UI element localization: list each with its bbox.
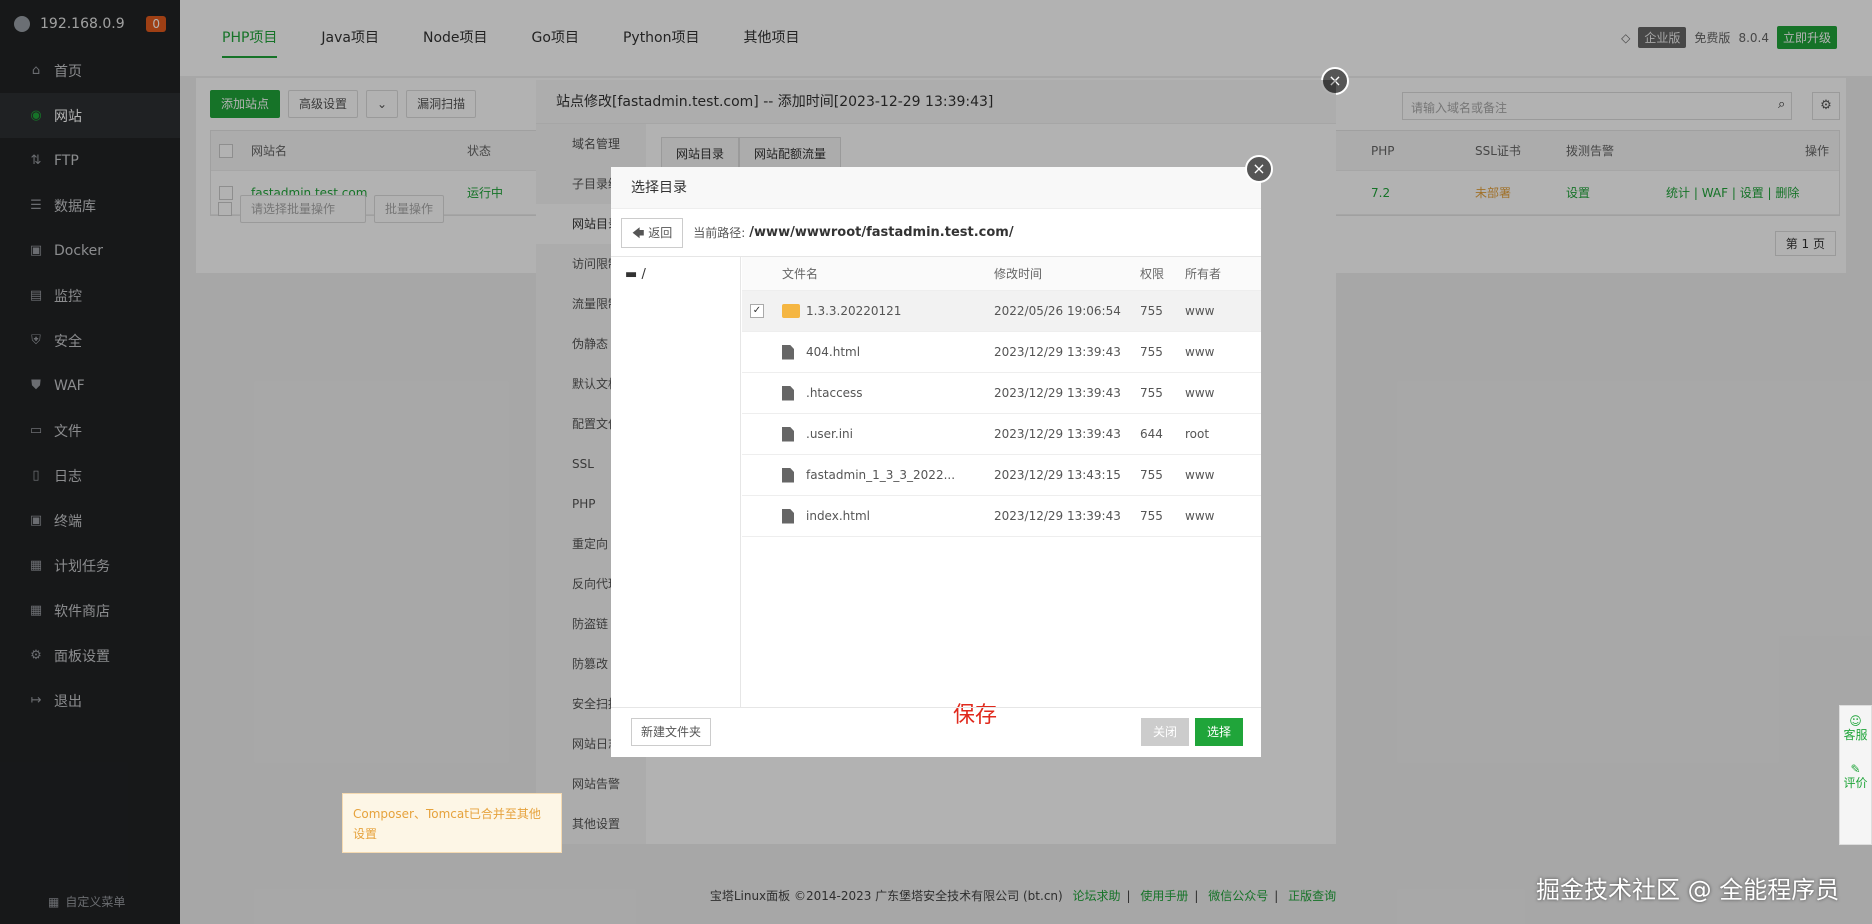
col-owner: 所有者 — [1185, 267, 1222, 281]
file-name: 1.3.3.20220121 — [806, 303, 902, 318]
path-label: 当前路径: — [693, 226, 746, 240]
file-name-cell[interactable]: 1.3.3.20220121 — [782, 304, 901, 319]
file-owner: www — [1185, 345, 1215, 359]
file-perm: 755 — [1140, 304, 1163, 318]
file-perm: 755 — [1140, 386, 1163, 400]
file-icon — [782, 508, 794, 524]
folder-icon — [782, 304, 800, 319]
service-label: 客服 — [1843, 728, 1868, 742]
col-modified: 修改时间 — [994, 267, 1043, 281]
file-name-cell[interactable]: .user.ini — [782, 426, 853, 442]
file-icon — [782, 385, 794, 401]
watermark: 掘金技术社区 @ 全能程序员 — [1536, 876, 1840, 904]
file-owner: www — [1185, 304, 1215, 318]
file-name: .user.ini — [806, 426, 853, 441]
file-owner: www — [1185, 509, 1215, 523]
file-time: 2023/12/29 13:43:15 — [994, 468, 1121, 482]
select-button[interactable]: 选择 — [1195, 718, 1244, 746]
col-filename: 文件名 — [782, 267, 819, 281]
row-checkbox[interactable]: ✓ — [750, 304, 764, 318]
current-path: /www/wwwroot/fastadmin.test.com/ — [749, 225, 1014, 240]
edit-icon: ✎ — [1850, 762, 1861, 776]
file-icon — [782, 344, 794, 360]
headset-icon: ☺ — [1849, 714, 1862, 728]
file-owner: www — [1185, 386, 1215, 400]
select-dir-dialog: 选择目录 🡄 返回 当前路径: /www/wwwroot/fastadmin.t… — [611, 167, 1261, 757]
file-icon — [782, 426, 794, 442]
new-folder-button[interactable]: 新建文件夹 — [631, 718, 712, 746]
file-row[interactable]: 404.html 2023/12/29 13:39:43 755 www — [742, 332, 1261, 373]
file-name: fastadmin_1_3_3_2022... — [806, 467, 956, 482]
back-arrow-icon: 🡄 — [632, 225, 645, 240]
file-name-cell[interactable]: .htaccess — [782, 385, 863, 401]
file-list: 文件名 修改时间 权限 所有者 ✓ 1.3.3.20220121 2022/05/2… — [742, 257, 1261, 728]
dir-tree: ▬ / — [611, 257, 741, 707]
close-dir-dialog-icon[interactable]: × — [1245, 155, 1273, 183]
file-row[interactable]: .htaccess 2023/12/29 13:39:43 755 www — [742, 373, 1261, 414]
file-owner: www — [1185, 468, 1215, 482]
drive-icon: ▬ — [625, 267, 638, 282]
file-perm: 644 — [1140, 427, 1163, 441]
file-name-cell[interactable]: index.html — [782, 508, 870, 524]
file-perm: 755 — [1140, 509, 1163, 523]
service-button[interactable]: ☺ 客服 — [1840, 714, 1871, 742]
file-name: .htaccess — [806, 385, 863, 400]
file-perm: 755 — [1140, 345, 1163, 359]
tree-root[interactable]: / — [641, 267, 645, 282]
file-name-cell[interactable]: 404.html — [782, 344, 861, 360]
file-name: index.html — [806, 508, 870, 523]
select-dir-title: 选择目录 — [611, 167, 1261, 209]
file-name: 404.html — [806, 344, 861, 359]
rate-label: 评价 — [1843, 776, 1868, 790]
file-name-cell[interactable]: fastadmin_1_3_3_2022... — [782, 467, 956, 483]
col-permission: 权限 — [1140, 267, 1165, 281]
close-button[interactable]: 关闭 — [1141, 718, 1190, 746]
rate-button[interactable]: ✎ 评价 — [1840, 762, 1871, 790]
file-time: 2023/12/29 13:39:43 — [994, 427, 1121, 441]
file-row[interactable]: index.html 2023/12/29 13:39:43 755 www — [742, 496, 1261, 537]
file-row[interactable]: fastadmin_1_3_3_2022... 2023/12/29 13:43:… — [742, 455, 1261, 496]
file-perm: 755 — [1140, 468, 1163, 482]
file-list-header: 文件名 修改时间 权限 所有者 — [742, 257, 1261, 291]
file-time: 2023/12/29 13:39:43 — [994, 509, 1121, 523]
file-icon — [782, 467, 794, 483]
file-time: 2023/12/29 13:39:43 — [994, 386, 1121, 400]
back-button[interactable]: 🡄 返回 — [621, 217, 684, 248]
file-row[interactable]: ✓ 1.3.3.20220121 2022/05/26 19:06:54 755 www — [742, 291, 1261, 332]
right-float-panel: ☺ 客服 ✎ 评价 — [1839, 705, 1872, 845]
back-label: 返回 — [648, 225, 673, 240]
file-row[interactable]: .user.ini 2023/12/29 13:39:43 644 root — [742, 414, 1261, 455]
file-time: 2022/05/26 19:06:54 — [994, 304, 1121, 318]
file-owner: root — [1185, 427, 1210, 441]
merge-tip: Composer、Tomcat已合并至其他设置 — [342, 793, 562, 853]
file-time: 2023/12/29 13:39:43 — [994, 345, 1121, 359]
